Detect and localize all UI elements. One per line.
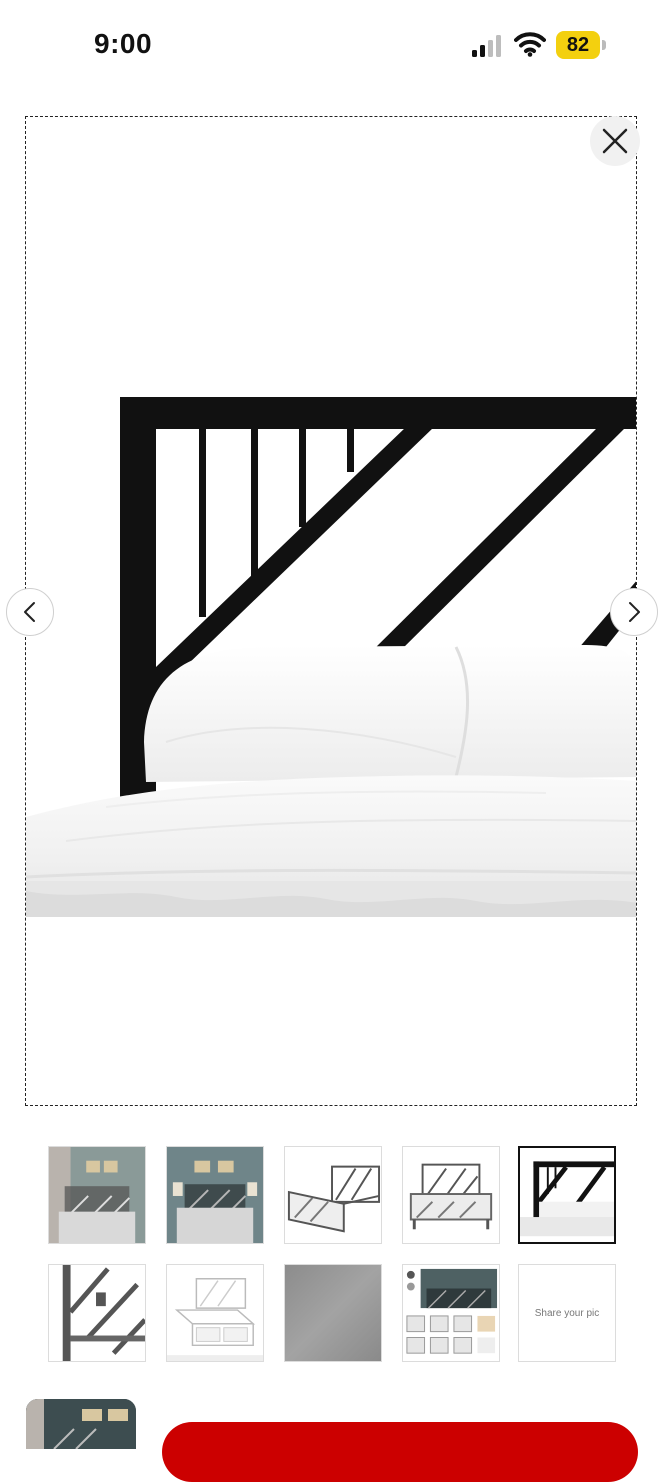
previous-image-button[interactable] (6, 588, 54, 636)
thumbnail-share-your-pic[interactable]: Share your pic (518, 1264, 616, 1362)
thumbnail-headboard-closeup[interactable] (518, 1146, 616, 1244)
thumbnail-bed-angle-view[interactable] (284, 1146, 382, 1244)
thumbnail-frame-storage-sketch[interactable] (166, 1264, 264, 1362)
thumbnail-bed-room-2[interactable] (166, 1146, 264, 1244)
battery-icon: 82 (556, 31, 608, 59)
image-viewer[interactable] (25, 116, 637, 1106)
thumbnail-bed-room-1[interactable] (48, 1146, 146, 1244)
add-to-cart-button[interactable] (162, 1422, 638, 1482)
share-your-pic-label: Share your pic (534, 1307, 600, 1319)
wifi-icon (514, 32, 546, 57)
status-time: 9:00 (94, 28, 153, 59)
chevron-right-icon (629, 602, 640, 622)
thumbnail-frame-corner-detail[interactable] (48, 1264, 146, 1362)
chevron-left-icon (24, 602, 35, 622)
status-bar: 9:00 82 (0, 0, 664, 92)
thumbnail-bed-front-view[interactable] (402, 1146, 500, 1244)
signal-icon (472, 35, 501, 57)
close-icon (602, 128, 628, 154)
thumbnail-gray-swatch[interactable] (284, 1264, 382, 1362)
thumbnail-feature-collage[interactable] (402, 1264, 500, 1362)
next-image-button[interactable] (610, 588, 658, 636)
battery-level: 82 (556, 31, 600, 59)
product-mini-thumbnail[interactable] (26, 1399, 136, 1449)
close-button[interactable] (590, 116, 640, 166)
product-image (26, 117, 636, 1105)
